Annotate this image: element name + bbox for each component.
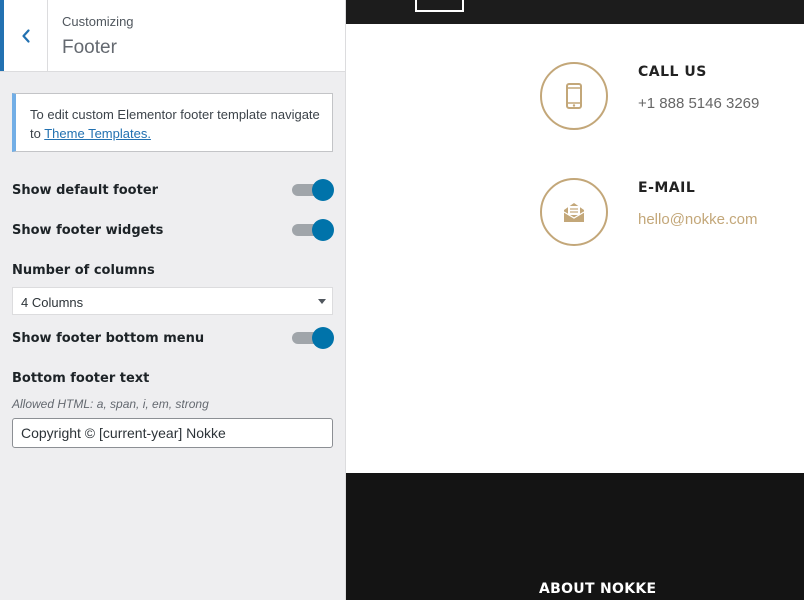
show-default-footer-toggle[interactable] <box>292 179 334 201</box>
back-button[interactable] <box>0 0 48 71</box>
chevron-left-icon <box>21 28 30 43</box>
phone-icon <box>566 83 582 109</box>
customizer-sidebar: Customizing Footer To edit custom Elemen… <box>0 0 346 600</box>
section-header: Customizing Footer <box>0 0 345 72</box>
bottom-text-label: Bottom footer text <box>12 371 150 386</box>
phone-icon-circle <box>540 62 608 130</box>
elementor-notice: To edit custom Elementor footer template… <box>12 93 333 152</box>
site-preview: KE CALL US +1 888 5146 3269 E-MAIL hello… <box>346 0 804 600</box>
columns-select[interactable]: 4 Columns <box>12 287 333 315</box>
show-default-footer-label: Show default footer <box>12 183 159 198</box>
theme-templates-link[interactable]: Theme Templates. <box>44 126 151 141</box>
mail-icon <box>563 203 585 222</box>
site-footer: ABOUT NOKKE <box>346 473 804 600</box>
customizing-label: Customizing <box>62 14 134 29</box>
toggle-knob <box>312 327 334 349</box>
show-bottom-menu-toggle[interactable] <box>292 327 334 349</box>
footer-about-title: ABOUT NOKKE <box>539 581 657 597</box>
columns-select-value: 4 Columns <box>21 295 84 310</box>
call-us-title: CALL US <box>638 64 707 80</box>
email-link[interactable]: hello@nokke.com <box>638 211 757 228</box>
site-logo[interactable]: KE <box>415 0 464 12</box>
email-title: E-MAIL <box>638 180 696 196</box>
show-bottom-menu-label: Show footer bottom menu <box>12 331 205 346</box>
phone-number: +1 888 5146 3269 <box>638 95 760 112</box>
mail-icon-circle <box>540 178 608 246</box>
columns-label: Number of columns <box>12 263 155 278</box>
allowed-html-hint: Allowed HTML: a, span, i, em, strong <box>12 397 209 411</box>
section-title: Footer <box>62 37 117 58</box>
dropdown-arrow-icon <box>318 299 326 304</box>
show-footer-widgets-toggle[interactable] <box>292 219 334 241</box>
show-footer-widgets-label: Show footer widgets <box>12 223 164 238</box>
header-strip: KE <box>346 0 804 24</box>
toggle-knob <box>312 179 334 201</box>
toggle-knob <box>312 219 334 241</box>
bottom-text-input[interactable] <box>12 418 333 448</box>
